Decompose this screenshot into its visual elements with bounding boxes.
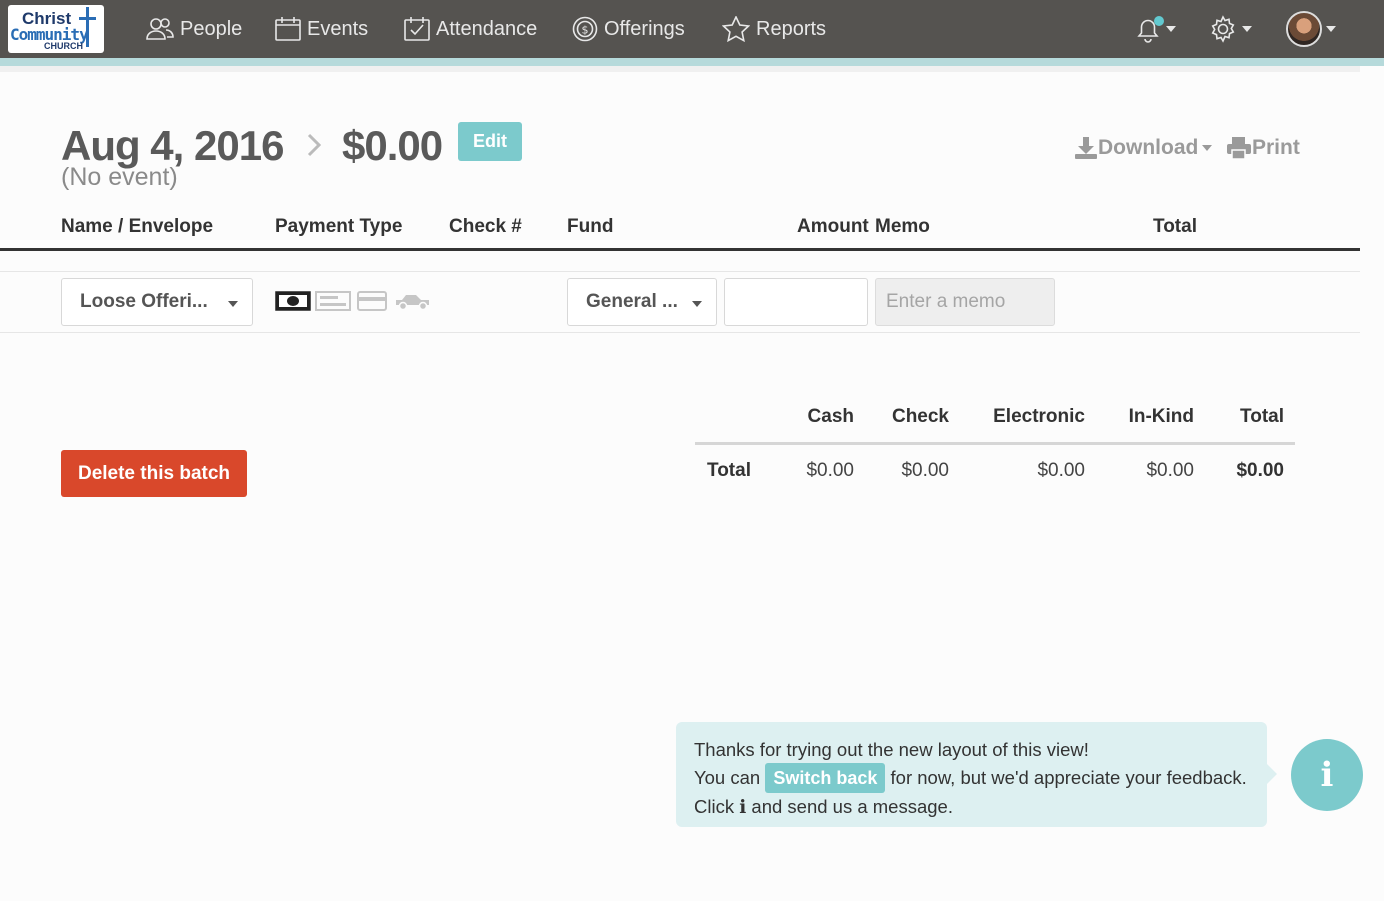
calendar-check-icon	[404, 17, 430, 41]
summary-in-kind-value: $0.00	[1146, 460, 1194, 481]
cash-icon[interactable]	[275, 291, 311, 311]
nav-people-label: People	[180, 17, 243, 40]
feedback-toast: Thanks for trying out the new layout of …	[676, 722, 1277, 827]
column-header-fund: Fund	[567, 216, 614, 237]
chevron-right-icon	[307, 133, 322, 157]
toast-line-1: Thanks for trying out the new layout of …	[694, 739, 1089, 760]
avatar	[1286, 11, 1322, 47]
star-icon	[722, 16, 750, 42]
gear-icon	[1211, 15, 1235, 43]
chevron-down-icon	[1326, 26, 1336, 32]
print-label: Print	[1252, 136, 1300, 159]
people-icon	[146, 18, 174, 40]
edit-button[interactable]: Edit	[458, 122, 522, 161]
toast-line-2: You can Switch back for now, but we'd ap…	[694, 763, 1249, 793]
notifications-menu[interactable]	[1134, 0, 1176, 58]
download-icon	[1075, 137, 1097, 159]
notification-dot	[1154, 16, 1164, 26]
toast-line-2-post: for now, but we'd appreciate your feedba…	[890, 767, 1247, 788]
summary-header-in-kind: In-Kind	[1128, 406, 1194, 427]
column-header-check-number: Check #	[449, 216, 522, 237]
table-header-divider	[0, 248, 1360, 251]
fund-select[interactable]: General ...	[567, 278, 717, 326]
switch-back-button[interactable]: Switch back	[765, 763, 886, 793]
row-divider	[0, 271, 1360, 272]
batch-total-title: $0.00	[342, 122, 443, 169]
nav-reports-label: Reports	[756, 17, 827, 40]
settings-menu[interactable]	[1208, 0, 1252, 58]
info-icon: i	[1320, 755, 1334, 795]
nav-reports[interactable]: Reports	[722, 0, 826, 58]
summary-check-value: $0.00	[901, 460, 949, 481]
batch-event-subtitle: (No event)	[61, 163, 178, 191]
credit-card-icon[interactable]	[357, 291, 387, 311]
logo-cross-icon	[86, 7, 89, 47]
summary-header-cash: Cash	[807, 406, 854, 427]
chevron-down-icon	[1242, 26, 1252, 32]
toast-line-2-pre: You can	[694, 767, 761, 788]
logo-text-church: CHURCH	[44, 41, 83, 51]
summary-electronic-value: $0.00	[1037, 460, 1085, 481]
summary-total-value: $0.00	[1236, 460, 1284, 481]
church-logo[interactable]: Christ Community CHURCH	[8, 5, 104, 53]
column-header-name: Name / Envelope	[61, 216, 214, 237]
column-header-amount: Amount	[797, 216, 869, 237]
nav-offerings[interactable]: $ Offerings	[572, 0, 685, 58]
summary-header-check: Check	[891, 406, 949, 427]
nav-people[interactable]: People	[146, 0, 242, 58]
nav-events[interactable]: Events	[275, 0, 368, 58]
chevron-down-icon	[1202, 145, 1213, 151]
dollar-circle-icon: $	[572, 16, 598, 42]
column-header-total: Total	[1153, 216, 1197, 237]
navbar-shadow-bar	[0, 66, 1360, 72]
user-menu[interactable]	[1286, 0, 1336, 58]
top-navbar: Christ Community CHURCH People Events At…	[0, 0, 1384, 58]
download-label: Download	[1098, 136, 1199, 159]
print-button[interactable]: Print	[1226, 136, 1300, 160]
column-header-memo: Memo	[875, 216, 930, 237]
envelope-select-value: Loose Offeri...	[80, 291, 208, 312]
nav-offerings-label: Offerings	[604, 17, 685, 40]
svg-text:$: $	[582, 24, 589, 37]
delete-batch-button[interactable]: Delete this batch	[61, 450, 247, 497]
toast-line-3: Click i and send us a message.	[694, 793, 1249, 821]
memo-input[interactable]	[875, 278, 1055, 326]
check-icon[interactable]	[315, 291, 351, 311]
chevron-down-icon	[228, 301, 238, 307]
summary-cash-value: $0.00	[806, 460, 854, 481]
toast-line-3-post: and send us a message.	[751, 796, 953, 817]
envelope-select[interactable]: Loose Offeri...	[61, 278, 253, 326]
logo-cross-bar	[79, 17, 96, 20]
info-inline-icon: i	[739, 797, 747, 818]
in-kind-icon[interactable]	[394, 291, 432, 311]
calendar-icon	[275, 17, 301, 41]
toast-line-3-pre: Click	[694, 796, 735, 817]
summary-header-total: Total	[1240, 406, 1284, 427]
summary-divider	[695, 442, 1295, 445]
summary-row-label: Total	[707, 460, 751, 481]
chevron-down-icon	[1166, 26, 1176, 32]
fund-select-value: General ...	[586, 291, 678, 312]
row-divider	[0, 332, 1360, 333]
chevron-down-icon	[692, 301, 702, 307]
summary-header-electronic: Electronic	[993, 406, 1085, 427]
navbar-accent-bar	[0, 58, 1384, 66]
download-menu[interactable]: Download	[1074, 136, 1213, 160]
column-header-payment-type: Payment Type	[275, 216, 403, 237]
nav-attendance-label: Attendance	[436, 17, 538, 40]
nav-events-label: Events	[307, 17, 369, 40]
nav-attendance[interactable]: Attendance	[404, 0, 537, 58]
printer-icon	[1227, 137, 1251, 159]
info-button[interactable]: i	[1291, 739, 1363, 811]
amount-input[interactable]	[724, 278, 868, 326]
